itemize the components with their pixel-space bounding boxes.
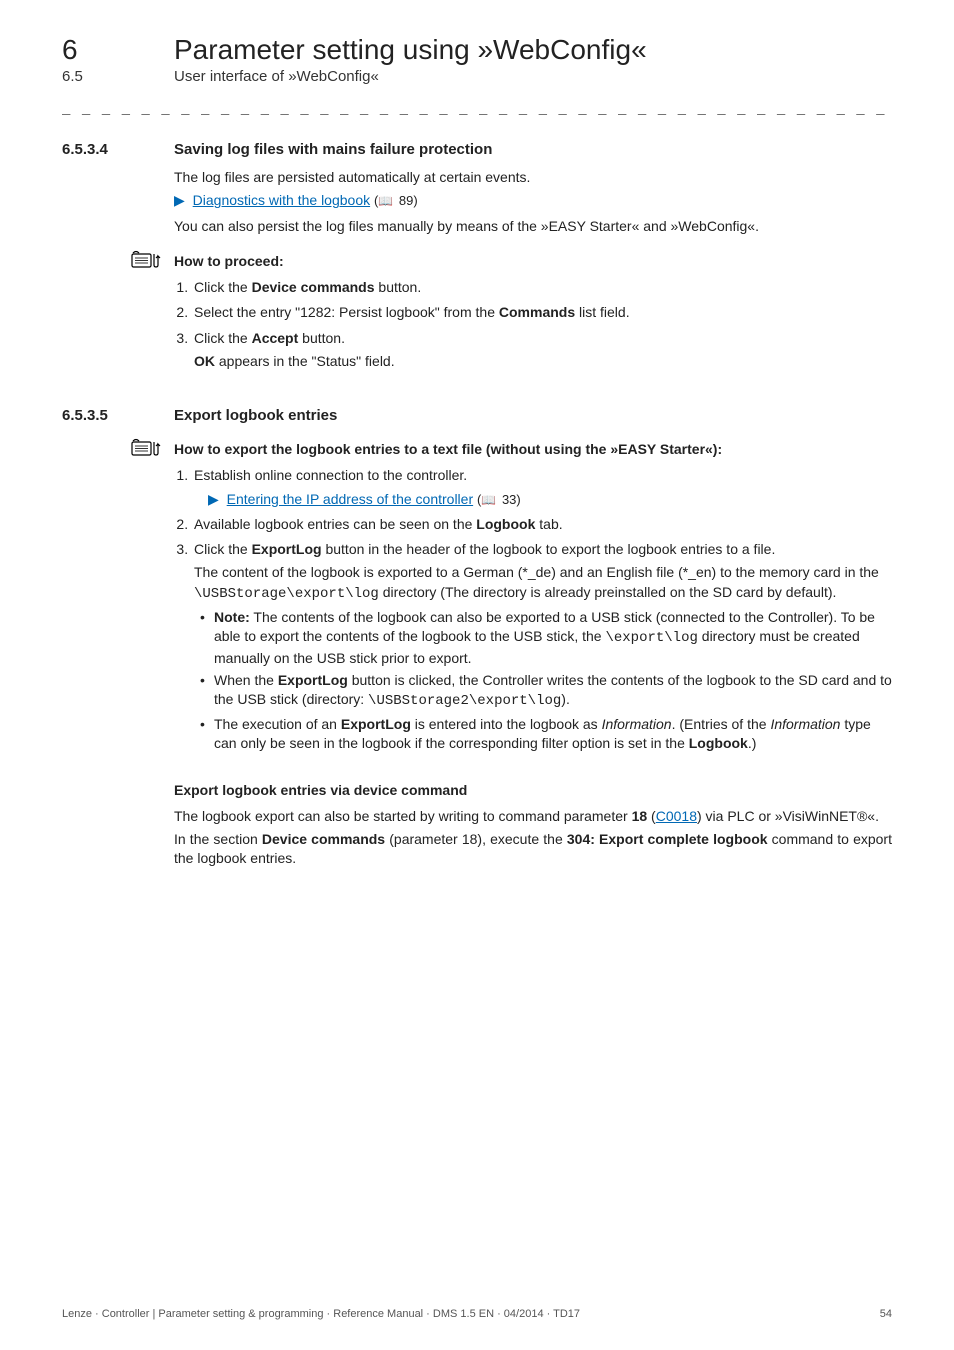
subsection-number: 6.5.3.5 — [62, 407, 154, 424]
chapter-number: 6 — [62, 34, 132, 66]
arrow-icon: ▶ — [174, 192, 185, 208]
subsection-number: 6.5.3.4 — [62, 141, 154, 158]
cross-reference: ▶ Diagnostics with the logbook (📖 89) — [174, 191, 892, 210]
procedure-icon — [130, 248, 166, 272]
step-item: Click the Device commands button. — [192, 278, 892, 297]
cross-reference: ▶ Entering the IP address of the control… — [208, 490, 892, 509]
procedure-heading: How to export the logbook entries to a t… — [174, 436, 722, 459]
step-item: Click the Accept button. OK appears in t… — [192, 329, 892, 372]
arrow-icon: ▶ — [208, 491, 219, 507]
paragraph: The logbook export can also be started b… — [174, 807, 892, 826]
step-item: Click the ExportLog button in the header… — [192, 540, 892, 753]
procedure-heading: How to proceed: — [174, 248, 284, 271]
page-number: 54 — [880, 1308, 892, 1320]
section-number: 6.5 — [62, 68, 132, 85]
step-item: Available logbook entries can be seen on… — [192, 515, 892, 534]
book-icon: 📖 — [481, 493, 496, 507]
subsection-title: Export logbook entries — [174, 407, 337, 424]
bullet-item: Note: The contents of the logbook can al… — [200, 608, 892, 668]
link-diagnostics-logbook[interactable]: Diagnostics with the logbook — [193, 192, 370, 208]
step-detail: The content of the logbook is exported t… — [194, 563, 892, 604]
footer-text: Lenze · Controller | Parameter setting &… — [62, 1308, 580, 1320]
paragraph: In the section Device commands (paramete… — [174, 830, 892, 869]
page-reference: (📖 89) — [374, 193, 418, 208]
step-item: Establish online connection to the contr… — [192, 466, 892, 509]
bullet-item: When the ExportLog button is clicked, th… — [200, 671, 892, 712]
paragraph: The log files are persisted automaticall… — [174, 168, 892, 187]
link-c0018[interactable]: C0018 — [656, 808, 697, 824]
paragraph: You can also persist the log files manua… — [174, 217, 892, 236]
divider-dashes: _ _ _ _ _ _ _ _ _ _ _ _ _ _ _ _ _ _ _ _ … — [62, 99, 892, 115]
procedure-icon — [130, 436, 166, 460]
bullet-item: The execution of an ExportLog is entered… — [200, 715, 892, 754]
chapter-title: Parameter setting using »WebConfig« — [174, 34, 647, 66]
step-item: Select the entry "1282: Persist logbook"… — [192, 303, 892, 322]
sub-heading: Export logbook entries via device comman… — [174, 781, 892, 800]
book-icon: 📖 — [378, 194, 393, 208]
step-result: OK appears in the "Status" field. — [194, 352, 892, 371]
section-title: User interface of »WebConfig« — [174, 68, 379, 85]
page-reference: (📖 33) — [477, 492, 521, 507]
link-ip-address[interactable]: Entering the IP address of the controlle… — [227, 491, 473, 507]
subsection-title: Saving log files with mains failure prot… — [174, 141, 492, 158]
